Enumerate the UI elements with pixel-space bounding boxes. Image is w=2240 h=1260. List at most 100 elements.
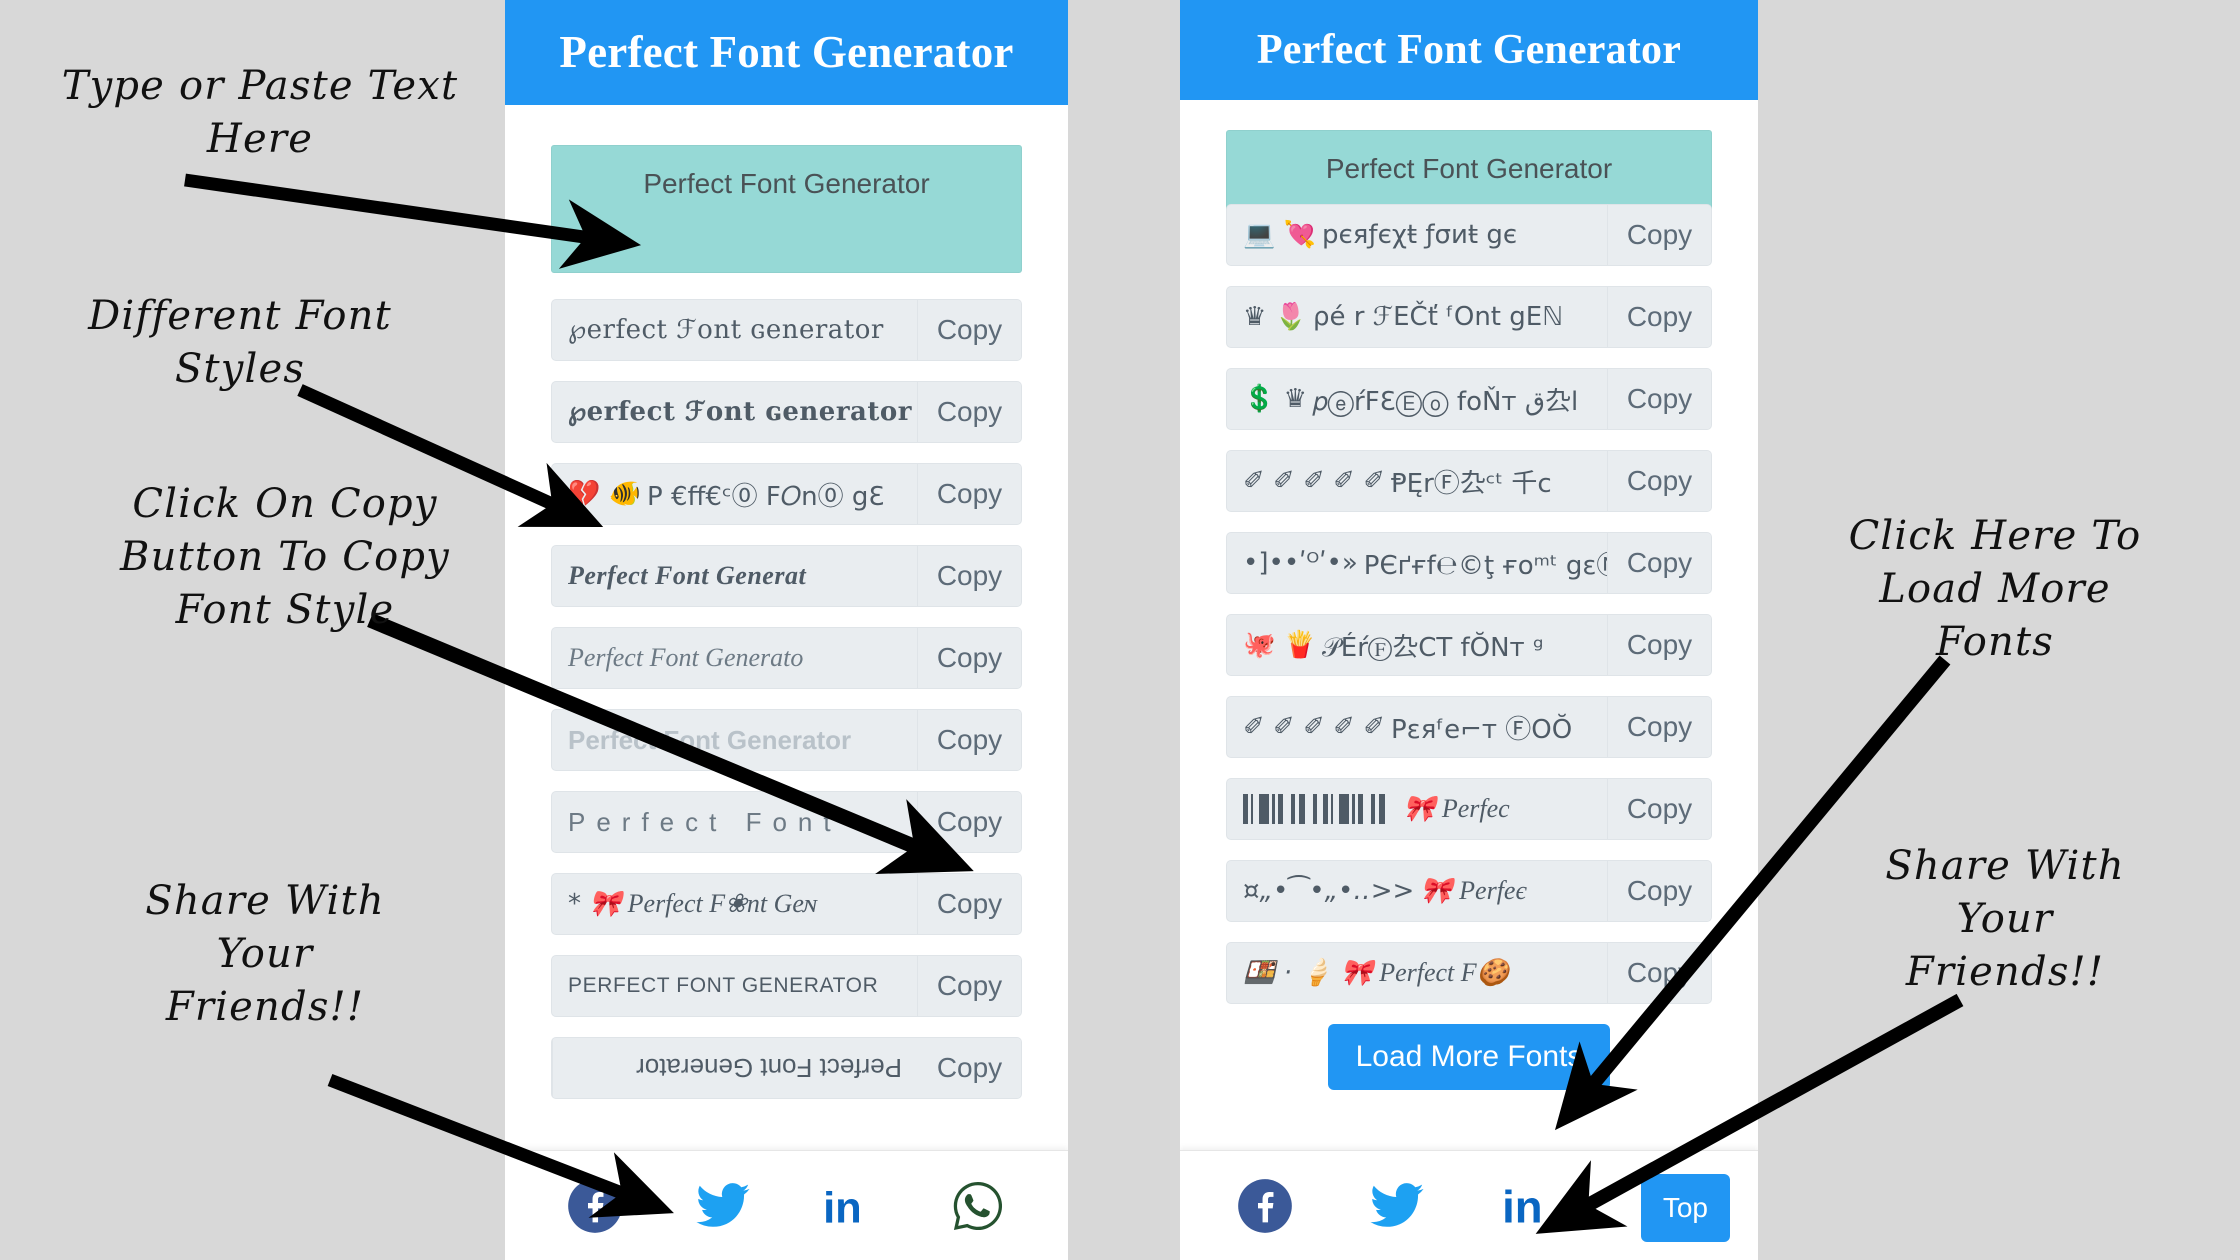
copy-button[interactable]: Copy bbox=[1608, 451, 1711, 511]
font-style-row: Perfect Font Generator Copy bbox=[551, 709, 1022, 771]
decoration-icon: •]••ʹᴼʹ•» bbox=[1243, 548, 1358, 578]
font-sample-value: pєяƒєχŧ ƒσиŧ gє bbox=[1322, 220, 1518, 250]
font-sample-text: ✐ ✐ ✐ ✐ ✐ ⱣĘrⒻ厹ᶜᵗ 千c bbox=[1227, 451, 1608, 511]
font-style-row: ℘erfect ℱont ɢenerator Copy bbox=[551, 299, 1022, 361]
font-sample-text: ℘erfect ℱont ɢenerator bbox=[552, 382, 918, 442]
font-sample-text: Perfect Font Generato bbox=[552, 628, 918, 688]
decoration-icon: ✐ ✐ ✐ ✐ ✐ bbox=[1243, 712, 1385, 742]
app-title-right: Perfect Font Generator bbox=[1180, 0, 1758, 100]
decoration-icon: 💻 💘 bbox=[1243, 220, 1317, 250]
font-sample-value: Perfect Font bbox=[568, 806, 842, 837]
whatsapp-icon[interactable] bbox=[949, 1177, 1007, 1235]
font-style-row: 💻 💘 pєяƒєχŧ ƒσиŧ gє Copy bbox=[1226, 204, 1712, 266]
font-sample-value: ℘erfect ℱont ɢenerator bbox=[568, 397, 912, 427]
font-sample-text: ¤„•⁀•„•‥>> 🎀 Perfeє bbox=[1227, 861, 1608, 921]
copy-button[interactable]: Copy bbox=[1608, 287, 1711, 347]
copy-button[interactable]: Copy bbox=[1608, 615, 1711, 675]
copy-button[interactable]: Copy bbox=[1608, 697, 1711, 757]
svg-text:in: in bbox=[1502, 1181, 1543, 1232]
copy-button[interactable]: Copy bbox=[918, 464, 1021, 524]
font-sample-value: Perfect Font Generato bbox=[568, 643, 804, 672]
copy-button[interactable]: Copy bbox=[918, 792, 1021, 852]
font-sample-value: Perfect Font Generat bbox=[568, 561, 807, 590]
font-sample-value: Perfect Font Generator bbox=[636, 1053, 902, 1084]
copy-button[interactable]: Copy bbox=[918, 1038, 1021, 1098]
copy-button[interactable]: Copy bbox=[918, 628, 1021, 688]
font-style-row: ✐ ✐ ✐ ✐ ✐ ⱣĘrⒻ厹ᶜᵗ 千c Copy bbox=[1226, 450, 1712, 512]
barcode-icon bbox=[1243, 794, 1393, 824]
annotation-click-on-copy: Click On Copy Button To Copy Font Style bbox=[120, 481, 450, 633]
font-sample-text: •]••ʹᴼʹ•» PЄґғf℮©ţ ғoᵐᵗ gεⓃ bbox=[1227, 533, 1608, 593]
panel-body-left: ℘erfect ℱont ɢeneratorCopy℘erfect ℱont ɢ… bbox=[505, 145, 1068, 1099]
font-sample-text: PERFECT FONT GENERATOR bbox=[552, 956, 918, 1016]
font-sample-value: ⱣĘrⒻ厹ᶜᵗ 千c bbox=[1390, 468, 1552, 499]
font-sample-value: Perfect Font Generator bbox=[568, 724, 852, 755]
twitter-icon[interactable] bbox=[694, 1177, 752, 1235]
facebook-icon[interactable] bbox=[1236, 1177, 1294, 1235]
font-style-row: Perfect Font Copy bbox=[551, 791, 1022, 853]
back-to-top-button[interactable]: Top bbox=[1640, 1174, 1730, 1242]
font-sample-value: 𝑝ⓔŕFƐⒺⓞ foŇт ق厹l bbox=[1312, 386, 1579, 417]
font-sample-text: 🎀 Perfec bbox=[1227, 779, 1608, 839]
font-style-row: ¤„•⁀•„•‥>> 🎀 Perfeє Copy bbox=[1226, 860, 1712, 922]
font-sample-text: Perfect Font Generator bbox=[552, 1038, 918, 1098]
share-footer-left: in bbox=[505, 1150, 1068, 1260]
font-style-row: * 🎀 Perfect F❀nt Geɴ Copy bbox=[551, 873, 1022, 935]
copy-button[interactable]: Copy bbox=[918, 300, 1021, 360]
decoration-icon: 💔 🐠 bbox=[568, 479, 642, 509]
font-sample-text: 💻 💘 pєяƒєχŧ ƒσиŧ gє bbox=[1227, 205, 1608, 265]
decoration-icon: ♛ 🌷 bbox=[1243, 302, 1307, 332]
font-sample-value: Perfect F🍪 bbox=[1379, 958, 1510, 987]
copy-button[interactable]: Copy bbox=[918, 710, 1021, 770]
font-style-row: •]••ʹᴼʹ•» PЄґғf℮©ţ ғoᵐᵗ gεⓃ Copy bbox=[1226, 532, 1712, 594]
copy-button[interactable]: Copy bbox=[1608, 533, 1711, 593]
font-sample-text: Perfect Font Generator bbox=[552, 710, 918, 770]
font-sample-text: ✐ ✐ ✐ ✐ ✐ Pεяᶠe⌐т ⒻOŎ bbox=[1227, 697, 1608, 757]
decoration-icon: 🐙 🍟 bbox=[1243, 630, 1317, 660]
font-sample-value: P €ff€ᶜ⓪ F𝑂n⓪ gƐ bbox=[647, 481, 885, 512]
copy-button[interactable]: Copy bbox=[918, 546, 1021, 606]
decoration-icon: 💲 ♛ bbox=[1243, 384, 1307, 414]
font-sample-value: ℘erfect ℱont ɢenerator bbox=[568, 315, 884, 345]
decoration-icon: ✐ ✐ ✐ ✐ ✐ bbox=[1243, 466, 1385, 496]
linkedin-icon[interactable]: in bbox=[1500, 1177, 1558, 1235]
font-style-list-right: 💻 💘 pєяƒєχŧ ƒσиŧ gє Copy ♛ 🌷 ρé r ℱEČť ᶠOnt … bbox=[1226, 204, 1712, 1004]
font-style-row: 🐙 🍟 𝒫ÉŕⒻ厹CT fŎNт ᵍ Copy bbox=[1226, 614, 1712, 676]
font-sample-text: ℘erfect ℱont ɢenerator bbox=[552, 300, 918, 360]
copy-button[interactable]: Copy bbox=[1608, 943, 1711, 1003]
font-sample-text: Perfect Font bbox=[552, 792, 918, 852]
copy-button[interactable]: Copy bbox=[1608, 205, 1711, 265]
text-input-left[interactable] bbox=[551, 145, 1022, 273]
copy-button[interactable]: Copy bbox=[1608, 861, 1711, 921]
font-sample-value: ρé r ℱEČť ᶠOnt gEℕ bbox=[1312, 302, 1564, 332]
font-style-row: Perfect Font Generat Copy bbox=[551, 545, 1022, 607]
copy-button[interactable]: Copy bbox=[918, 956, 1021, 1016]
font-style-row: ℘erfect ℱont ɢenerator Copy bbox=[551, 381, 1022, 443]
annotation-type-or-paste: Type or Paste Text Here bbox=[61, 63, 459, 162]
linkedin-icon[interactable]: in bbox=[821, 1177, 879, 1235]
copy-button[interactable]: Copy bbox=[918, 382, 1021, 442]
copy-button[interactable]: Copy bbox=[1608, 369, 1711, 429]
screenshot-root: Perfect Font Generator ℘erfect ℱont ɢene… bbox=[0, 0, 2240, 1260]
font-style-row: ♛ 🌷 ρé r ℱEČť ᶠOnt gEℕ Copy bbox=[1226, 286, 1712, 348]
facebook-icon[interactable] bbox=[566, 1177, 624, 1235]
font-sample-text: * 🎀 Perfect F❀nt Geɴ bbox=[552, 874, 918, 934]
font-sample-text: 🍱 · 🍦 🎀 Perfect F🍪 bbox=[1227, 943, 1608, 1003]
font-generator-panel-left: Perfect Font Generator ℘erfect ℱont ɢene… bbox=[505, 0, 1068, 1260]
twitter-icon[interactable] bbox=[1368, 1177, 1426, 1235]
app-title-left: Perfect Font Generator bbox=[505, 0, 1068, 105]
panel-body-right: 💻 💘pєяƒєχŧ ƒσиŧ gєCopy♛ 🌷ρé r ℱEČť ᶠOnt … bbox=[1180, 130, 1758, 1090]
font-sample-value: Perfect F❀nt Geɴ bbox=[627, 889, 818, 918]
font-style-row: 🍱 · 🍦 🎀 Perfect F🍪 Copy bbox=[1226, 942, 1712, 1004]
decoration-icon: * 🎀 bbox=[568, 889, 622, 919]
copy-button[interactable]: Copy bbox=[918, 874, 1021, 934]
font-sample-text: Perfect Font Generat bbox=[552, 546, 918, 606]
font-sample-value: 𝒫ÉŕⒻ厹CT fŎNт ᵍ bbox=[1322, 632, 1544, 663]
copy-button[interactable]: Copy bbox=[1608, 779, 1711, 839]
font-sample-value: PERFECT FONT GENERATOR bbox=[568, 974, 879, 997]
annotation-different-font-styles: Different Font Styles bbox=[88, 293, 392, 392]
font-sample-value: 🎀 Perfeє bbox=[1420, 876, 1527, 905]
load-more-fonts-button[interactable]: Load More Fonts bbox=[1327, 1024, 1611, 1090]
font-sample-value: Pεяᶠe⌐т ⒻOŎ bbox=[1390, 714, 1573, 745]
font-sample-text: ♛ 🌷 ρé r ℱEČť ᶠOnt gEℕ bbox=[1227, 287, 1608, 347]
